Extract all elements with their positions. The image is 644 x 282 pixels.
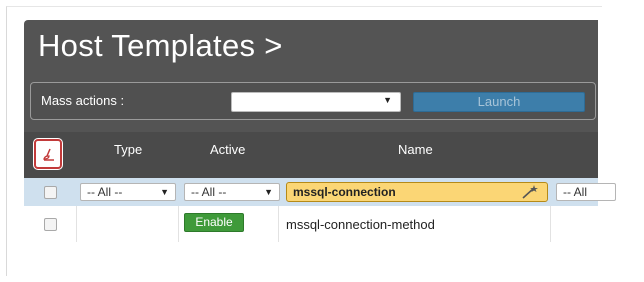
row-checkbox[interactable] — [44, 218, 57, 231]
type-filter-value: -- All -- — [87, 185, 123, 199]
active-status-badge[interactable]: Enable — [184, 213, 244, 232]
name-filter-input[interactable]: mssql-connection — [286, 182, 548, 202]
row-name-link[interactable]: mssql-connection-method — [286, 217, 435, 232]
mass-actions-bar: Mass actions : ▼ Launch — [30, 82, 596, 120]
table-row[interactable]: Enable mssql-connection-method — [24, 206, 598, 242]
next-filter-select[interactable]: -- All — [556, 183, 616, 201]
filter-row: -- All -- ▼ -- All -- ▼ mssql-connection… — [24, 178, 616, 206]
column-header-active[interactable]: Active — [210, 142, 245, 157]
mass-actions-label: Mass actions : — [41, 93, 125, 108]
name-filter-value: mssql-connection — [293, 185, 396, 199]
cell-divider — [178, 206, 179, 242]
clear-filters-button[interactable] — [34, 139, 62, 169]
broom-icon — [43, 148, 54, 161]
dropdown-arrow-icon: ▼ — [383, 95, 392, 105]
column-header-type[interactable]: Type — [114, 142, 142, 157]
dropdown-arrow-icon: ▼ — [160, 187, 169, 197]
page-title: Host Templates > — [38, 28, 283, 63]
select-all-checkbox[interactable] — [44, 186, 57, 199]
table-header: Type Active Name — [24, 132, 598, 178]
cell-divider — [76, 206, 77, 242]
active-filter-select[interactable]: -- All -- ▼ — [184, 183, 280, 201]
dropdown-arrow-icon: ▼ — [264, 187, 273, 197]
type-filter-select[interactable]: -- All -- ▼ — [80, 183, 176, 201]
cell-divider — [278, 206, 279, 242]
page-header: Host Templates > Mass actions : ▼ Launch — [24, 20, 598, 132]
active-filter-value: -- All -- — [191, 185, 227, 199]
launch-button[interactable]: Launch — [413, 92, 585, 112]
mass-actions-select[interactable]: ▼ — [231, 92, 401, 112]
next-filter-value: -- All — [563, 185, 587, 199]
magic-wand-icon[interactable] — [521, 184, 539, 200]
column-header-name[interactable]: Name — [398, 142, 433, 157]
cell-divider — [550, 206, 551, 242]
